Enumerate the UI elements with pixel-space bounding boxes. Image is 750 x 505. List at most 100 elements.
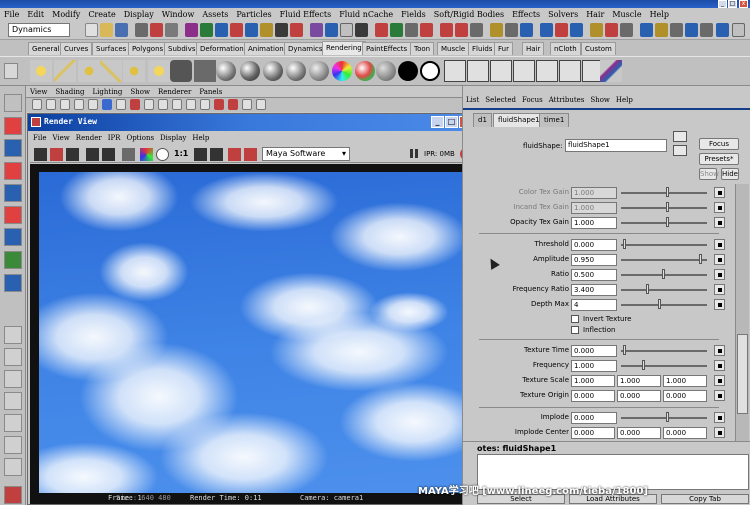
- main-menu-item[interactable]: Help: [650, 10, 669, 19]
- attribute-value-field[interactable]: 4: [571, 299, 617, 311]
- render-view-minimize-icon[interactable]: _: [431, 116, 444, 128]
- panel-tool-icon-13[interactable]: [200, 99, 210, 110]
- panel-tool-icon-15[interactable]: [228, 99, 238, 110]
- input-ops-icon[interactable]: [390, 23, 403, 37]
- layout-top-icon[interactable]: [4, 392, 22, 410]
- tool-settings-toggle-icon[interactable]: [555, 23, 568, 37]
- shelf-tab[interactable]: Rendering: [322, 41, 366, 55]
- attribute-menu-item[interactable]: Help: [616, 96, 633, 106]
- batch-render-icon[interactable]: [490, 60, 512, 82]
- misc-tool-icon-5[interactable]: [685, 23, 698, 37]
- attribute-slider[interactable]: [621, 254, 707, 264]
- ipr-icon[interactable]: [467, 60, 489, 82]
- slider-handle[interactable]: [642, 360, 645, 370]
- ratio-label[interactable]: 1:1: [174, 149, 188, 158]
- misc-tool-icon-6[interactable]: [700, 23, 713, 37]
- shelf-tab[interactable]: Subdivs: [164, 42, 200, 55]
- render-settings-button-icon-2[interactable]: [244, 148, 257, 161]
- attribute-value-field[interactable]: 0.500: [571, 269, 617, 281]
- checkbox[interactable]: [571, 315, 579, 323]
- hide-button[interactable]: Hide: [721, 168, 739, 180]
- node-name-field[interactable]: fluidShape1: [565, 139, 667, 152]
- menu-set-dropdown[interactable]: Dynamics: [8, 23, 70, 37]
- slider-handle[interactable]: [666, 217, 669, 227]
- panel-tool-icon-4[interactable]: [74, 99, 84, 110]
- shelf-tab[interactable]: Fur: [494, 42, 513, 55]
- paint-select-icon[interactable]: [4, 139, 22, 157]
- map-button-icon[interactable]: [714, 217, 725, 228]
- attribute-value-field[interactable]: 0.000: [571, 345, 617, 357]
- map-button-icon[interactable]: [714, 239, 725, 250]
- rotate-tool-icon[interactable]: [4, 184, 22, 202]
- render-settings-icon[interactable]: [455, 23, 468, 37]
- panel-menu-item[interactable]: Lighting: [93, 88, 123, 96]
- show-manip-icon[interactable]: [4, 274, 22, 292]
- minimize-icon[interactable]: _: [718, 0, 727, 8]
- soft-mod-icon[interactable]: [4, 251, 22, 269]
- select-hierarchy-icon[interactable]: [135, 23, 148, 37]
- shelf-tab[interactable]: Toon: [410, 42, 435, 55]
- attribute-tab[interactable]: d1: [473, 113, 492, 127]
- attribute-slider[interactable]: [621, 202, 707, 212]
- focus-button[interactable]: Focus: [699, 138, 739, 150]
- attribute-value-field[interactable]: 1.000: [663, 375, 707, 387]
- panel-tool-icon-2[interactable]: [46, 99, 56, 110]
- shelf-tab[interactable]: Curves: [60, 42, 93, 55]
- attribute-value-field[interactable]: 1.000: [571, 217, 617, 229]
- show-button[interactable]: Show: [699, 168, 719, 180]
- map-button-icon[interactable]: [714, 390, 725, 401]
- camera-aim-icon[interactable]: [194, 60, 216, 82]
- input-line-icon[interactable]: [505, 23, 518, 37]
- mask-icon-6[interactable]: [260, 23, 273, 37]
- main-menu-item[interactable]: Fields: [401, 10, 426, 19]
- render-view-maximize-icon[interactable]: □: [445, 116, 458, 128]
- shelf-tab[interactable]: Deformation: [196, 42, 248, 55]
- snap-grid-icon[interactable]: [310, 23, 323, 37]
- ramp-shader-icon[interactable]: [332, 61, 352, 81]
- remove-image-icon[interactable]: [210, 148, 223, 161]
- move-tool-icon[interactable]: [4, 162, 22, 180]
- attribute-tab[interactable]: fluidShape1: [493, 113, 545, 127]
- phong-shader-icon[interactable]: [263, 61, 283, 81]
- ipr-render-button-icon[interactable]: [86, 148, 99, 161]
- panel-tool-icon-5[interactable]: [88, 99, 98, 110]
- layout-outliner-icon[interactable]: [4, 436, 22, 454]
- panel-menu-item[interactable]: Shading: [55, 88, 84, 96]
- shelf-tab[interactable]: Animation: [244, 42, 288, 55]
- mask-icon-3[interactable]: [215, 23, 228, 37]
- render-view-icon[interactable]: [490, 23, 503, 37]
- attribute-value-field[interactable]: 0.000: [617, 427, 661, 439]
- slider-handle[interactable]: [666, 412, 669, 422]
- attribute-menu-item[interactable]: List: [466, 96, 479, 106]
- main-menu-item[interactable]: Solvers: [548, 10, 578, 19]
- attribute-value-field[interactable]: 0.000: [571, 427, 615, 439]
- attribute-value-field[interactable]: 1.000: [571, 202, 617, 214]
- map-button-icon[interactable]: [714, 284, 725, 295]
- panel-tool-icon-16[interactable]: [242, 99, 252, 110]
- mask-icon-5[interactable]: [245, 23, 258, 37]
- main-menu-item[interactable]: Display: [124, 10, 154, 19]
- attribute-value-field[interactable]: 0.000: [571, 239, 617, 251]
- maximize-icon[interactable]: □: [728, 0, 737, 8]
- render-view-menu-item[interactable]: IPR: [108, 134, 121, 142]
- main-menu-item[interactable]: Create: [88, 10, 115, 19]
- render-view-menu-item[interactable]: File: [33, 134, 46, 142]
- misc-tool-icon[interactable]: [620, 23, 633, 37]
- input-connections-icon[interactable]: [673, 131, 687, 142]
- snap-view-icon[interactable]: [355, 23, 368, 37]
- attribute-value-field[interactable]: 0.000: [571, 412, 617, 424]
- panel-tool-icon-14[interactable]: [214, 99, 224, 110]
- slider-handle[interactable]: [658, 299, 661, 309]
- misc-tool-icon-3[interactable]: [655, 23, 668, 37]
- ipr-render-icon[interactable]: [440, 23, 453, 37]
- attribute-value-field[interactable]: 0.950: [571, 254, 617, 266]
- render-view-menu-item[interactable]: Display: [160, 134, 186, 142]
- shelf-tab[interactable]: Fluids: [468, 42, 497, 55]
- paint-effects-icon[interactable]: [600, 60, 622, 82]
- attribute-value-field[interactable]: 0.000: [663, 390, 707, 402]
- shelf-tab[interactable]: General: [28, 42, 64, 55]
- mask-icon-4[interactable]: [230, 23, 243, 37]
- close-icon[interactable]: x: [739, 0, 748, 8]
- map-button-icon[interactable]: [714, 345, 725, 356]
- main-menu-item[interactable]: File: [4, 10, 19, 19]
